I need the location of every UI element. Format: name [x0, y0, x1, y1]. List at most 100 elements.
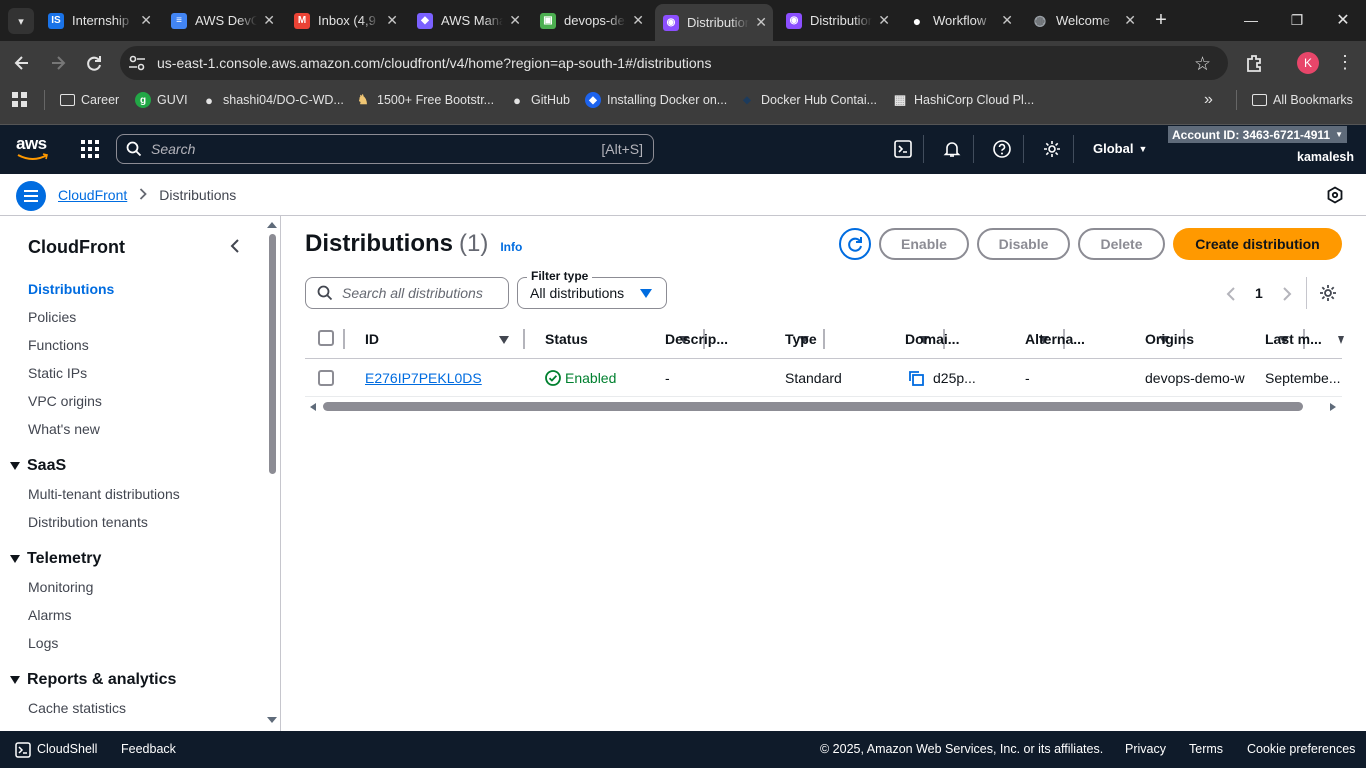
scroll-left-icon[interactable]	[310, 403, 316, 411]
notifications-bell-icon[interactable]	[940, 137, 964, 161]
browser-tab[interactable]: ≡ AWS DevOps ✕	[163, 4, 281, 37]
forward-arrow-icon[interactable]	[48, 53, 68, 73]
bookmark-link[interactable]: ● shashi04/DO-C-WD...	[201, 85, 344, 115]
site-settings-icon[interactable]	[128, 55, 146, 71]
sidebar-scrollbar[interactable]	[267, 222, 277, 723]
sidebar-item-logs[interactable]: Logs	[28, 635, 58, 651]
sidebar-section-telemetry[interactable]: Telemetry	[10, 550, 101, 568]
close-tab-icon[interactable]: ✕	[632, 12, 644, 29]
bookmark-link[interactable]: ▦ HashiCorp Cloud Pl...	[892, 85, 1034, 115]
sidebar-item-cache-statistics[interactable]: Cache statistics	[28, 700, 126, 716]
new-tab-button[interactable]: +	[1150, 8, 1172, 32]
sidebar-section-saas[interactable]: SaaS	[10, 457, 66, 475]
browser-tab[interactable]: ◍ Welcome ✕	[1024, 4, 1142, 37]
browser-menu-icon[interactable]: ⋮	[1336, 52, 1354, 72]
all-bookmarks-link[interactable]: All Bookmarks	[1252, 85, 1353, 115]
sidebar-item-functions[interactable]: Functions	[28, 337, 89, 353]
tab-search-button[interactable]: ▾	[8, 8, 34, 34]
create-distribution-button[interactable]: Create distribution	[1173, 228, 1342, 260]
browser-tab[interactable]: ◆ AWS Manage ✕	[409, 4, 527, 37]
browser-tab[interactable]: ● Workflow ✕	[901, 4, 1019, 37]
bookmark-link[interactable]: ◆ Docker Hub Contai...	[739, 85, 877, 115]
address-bar[interactable]: us-east-1.console.aws.amazon.com/cloudfr…	[120, 46, 1228, 80]
column-header[interactable]: ID	[365, 331, 379, 347]
account-id-badge[interactable]: Account ID: 3463-6721-4911 ▼	[1168, 126, 1348, 143]
sort-caret-icon[interactable]	[1338, 336, 1344, 344]
column-header[interactable]: Origins	[1145, 331, 1194, 347]
delete-button[interactable]: Delete	[1078, 228, 1165, 260]
distribution-id-link[interactable]: E276IP7PEKL0DS	[365, 370, 482, 386]
hamburger-menu-icon[interactable]	[16, 181, 46, 211]
close-tab-icon[interactable]: ✕	[755, 14, 767, 31]
sidebar-item-policies[interactable]: Policies	[28, 309, 76, 325]
close-tab-icon[interactable]: ✕	[878, 12, 890, 29]
disable-button[interactable]: Disable	[977, 228, 1070, 260]
browser-tab[interactable]: ◉ Distributions ✕	[655, 4, 773, 41]
current-page-number[interactable]: 1	[1255, 285, 1263, 301]
column-resizer[interactable]	[523, 329, 525, 349]
reload-icon[interactable]	[84, 53, 104, 73]
column-header[interactable]: Last m...	[1265, 331, 1322, 347]
sidebar-item-alarms[interactable]: Alarms	[28, 607, 72, 623]
close-window-button[interactable]: ✕	[1320, 0, 1366, 40]
sidebar-item-what-s-new[interactable]: What's new	[28, 421, 100, 437]
bookmark-link[interactable]: ◆ Installing Docker on...	[585, 85, 727, 115]
horizontal-scroll-thumb[interactable]	[323, 402, 1303, 411]
scroll-right-icon[interactable]	[1330, 403, 1336, 411]
scroll-up-icon[interactable]	[267, 222, 277, 228]
feedback-link[interactable]: Feedback	[121, 742, 176, 756]
close-tab-icon[interactable]: ✕	[263, 12, 275, 29]
privacy-link[interactable]: Privacy	[1125, 742, 1166, 756]
select-all-checkbox[interactable]	[318, 330, 334, 346]
column-resizer[interactable]	[823, 329, 825, 349]
browser-tab[interactable]: ◉ Distributions ✕	[778, 4, 896, 37]
sidebar-item-multi-tenant-distributions[interactable]: Multi-tenant distributions	[28, 486, 180, 502]
cloudshell-icon[interactable]	[891, 137, 915, 161]
sidebar-item-monitoring[interactable]: Monitoring	[28, 579, 93, 595]
settings-gear-icon[interactable]	[1040, 137, 1064, 161]
sidebar-item-static-ips[interactable]: Static IPs	[28, 365, 87, 381]
bookmark-link[interactable]: g GUVI	[135, 85, 188, 115]
back-arrow-icon[interactable]	[12, 53, 32, 73]
bookmark-link[interactable]: ♞ 1500+ Free Bootstr...	[355, 85, 494, 115]
close-tab-icon[interactable]: ✕	[1124, 12, 1136, 29]
column-header[interactable]: Descrip...	[665, 331, 728, 347]
user-menu[interactable]: kamalesh	[1297, 150, 1354, 164]
sidebar-item-distributions[interactable]: Distributions	[28, 281, 114, 297]
browser-tab[interactable]: IS Internship ✕	[40, 4, 158, 37]
help-icon[interactable]	[990, 137, 1014, 161]
close-tab-icon[interactable]: ✕	[386, 12, 398, 29]
column-header[interactable]: Alterna...	[1025, 331, 1085, 347]
table-preferences-gear-icon[interactable]	[1319, 284, 1337, 302]
close-tab-icon[interactable]: ✕	[1001, 12, 1013, 29]
cloudshell-link[interactable]: CloudShell	[37, 742, 97, 756]
region-selector[interactable]: Global ▼	[1093, 141, 1147, 156]
column-header[interactable]: Status	[545, 331, 588, 347]
column-header[interactable]: Type	[785, 331, 817, 347]
sidebar-section-reports-analytics[interactable]: Reports & analytics	[10, 671, 176, 689]
search-distributions-input[interactable]: Search all distributions	[305, 277, 509, 309]
profile-avatar[interactable]: K	[1297, 52, 1319, 74]
aws-search-input[interactable]: Search [Alt+S]	[116, 134, 654, 164]
scroll-down-icon[interactable]	[267, 717, 277, 723]
bookmark-star-icon[interactable]: ☆	[1194, 53, 1211, 76]
filter-type-select[interactable]: Filter type All distributions	[517, 269, 667, 309]
info-link[interactable]: Info	[500, 240, 522, 254]
previous-page-icon[interactable]	[1226, 286, 1236, 302]
aws-logo[interactable]: aws	[16, 134, 50, 164]
enable-button[interactable]: Enable	[879, 228, 969, 260]
terms-link[interactable]: Terms	[1189, 742, 1223, 756]
bookmarks-overflow-chevron-icon[interactable]: »	[1204, 91, 1213, 109]
close-tab-icon[interactable]: ✕	[509, 12, 521, 29]
refresh-button[interactable]	[839, 228, 871, 260]
close-tab-icon[interactable]: ✕	[140, 12, 152, 29]
sidebar-item-vpc-origins[interactable]: VPC origins	[28, 393, 102, 409]
cloudshell-icon[interactable]	[15, 742, 31, 758]
hexagon-settings-icon[interactable]	[1326, 186, 1344, 204]
apps-grid-icon[interactable]	[12, 92, 28, 108]
browser-tab[interactable]: ▣ devops-demo ✕	[532, 4, 650, 37]
breadcrumb-cloudfront-link[interactable]: CloudFront	[58, 187, 127, 203]
copy-icon[interactable]	[908, 370, 924, 386]
extensions-icon[interactable]	[1244, 52, 1266, 74]
browser-tab[interactable]: M Inbox (4,9 ✕	[286, 4, 404, 37]
